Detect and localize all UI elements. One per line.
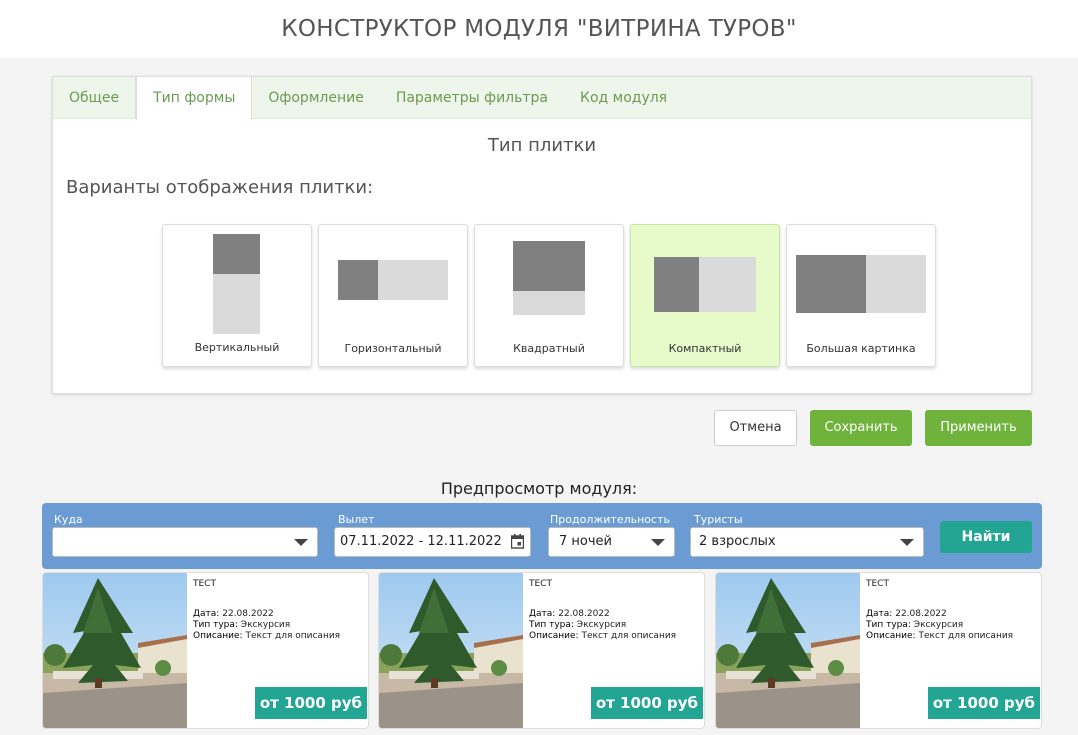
- tab-design[interactable]: Оформление: [252, 77, 379, 119]
- price-badge[interactable]: от 1000 руб: [927, 687, 1040, 719]
- card-tour-type: Тип тура: Экскурсия: [193, 620, 290, 630]
- tour-card[interactable]: ТЕСТ Дата: 22.08.2022 Тип тура: Экскурси…: [378, 572, 705, 729]
- desc-value: Текст для описания: [581, 631, 677, 641]
- type-value: Экскурсия: [576, 620, 627, 630]
- compact-layout-text-icon: [699, 257, 756, 312]
- tour-card[interactable]: ТЕСТ Дата: 22.08.2022 Тип тура: Экскурси…: [42, 572, 369, 729]
- card-tour-type: Тип тура: Экскурсия: [529, 620, 626, 630]
- apply-button[interactable]: Применить: [925, 410, 1032, 446]
- type-value: Экскурсия: [913, 620, 964, 630]
- tile-vertical[interactable]: Вертикальный: [162, 224, 312, 367]
- square-layout-image-icon: [513, 241, 585, 291]
- large-image-layout-text-icon: [866, 255, 926, 313]
- tourists-value: 2 взрослых: [699, 534, 776, 549]
- tour-photo: [716, 573, 860, 728]
- duration-value: 7 ночей: [559, 534, 612, 549]
- type-label: Тип тура:: [193, 620, 238, 630]
- tourists-label: Туристы: [694, 513, 743, 526]
- card-description: Описание: Текст для описания: [866, 631, 1013, 641]
- date-label: Дата:: [193, 609, 220, 619]
- date-label: Дата:: [529, 609, 556, 619]
- type-label: Тип тура:: [866, 620, 911, 630]
- horizontal-layout-text-icon: [378, 260, 448, 300]
- desc-value: Текст для описания: [245, 631, 341, 641]
- departure-label: Вылет: [338, 513, 375, 526]
- chevron-down-icon: [651, 539, 665, 546]
- desc-label: Описание:: [529, 631, 579, 641]
- chevron-down-icon: [294, 539, 308, 546]
- card-tour-type: Тип тура: Экскурсия: [866, 620, 963, 630]
- type-value: Экскурсия: [240, 620, 291, 630]
- desc-label: Описание:: [193, 631, 243, 641]
- duration-label: Продолжительность: [550, 513, 670, 526]
- date-value: 22.08.2022: [558, 609, 610, 619]
- save-button[interactable]: Сохранить: [810, 410, 912, 446]
- where-label: Куда: [54, 513, 83, 526]
- card-description: Описание: Текст для описания: [193, 631, 340, 641]
- desc-label: Описание:: [866, 631, 916, 641]
- tour-photo: [43, 573, 187, 728]
- section-title: Тип плитки: [487, 135, 597, 156]
- departure-date-field[interactable]: 07.11.2022 - 12.11.2022: [334, 527, 531, 557]
- price-badge[interactable]: от 1000 руб: [254, 687, 367, 719]
- card-title: ТЕСТ: [193, 579, 216, 589]
- square-layout-text-icon: [513, 291, 585, 315]
- tile-label: Вертикальный: [194, 341, 280, 354]
- tab-module-code[interactable]: Код модуля: [564, 77, 683, 119]
- tile-square[interactable]: Квадратный: [474, 224, 624, 367]
- tour-card[interactable]: ТЕСТ Дата: 22.08.2022 Тип тура: Экскурси…: [715, 572, 1042, 729]
- variants-label: Варианты отображения плитки:: [66, 177, 374, 198]
- type-label: Тип тура:: [529, 620, 574, 630]
- tab-bar: Общее Тип формы Оформление Параметры фил…: [53, 77, 1031, 120]
- preview-title: Предпросмотр модуля:: [440, 479, 638, 498]
- search-bar: Куда Вылет 07.11.2022 - 12.11.2022 Продо…: [42, 503, 1042, 569]
- horizontal-layout-image-icon: [338, 260, 378, 300]
- date-label: Дата:: [866, 609, 893, 619]
- cancel-button[interactable]: Отмена: [714, 410, 797, 446]
- large-image-layout-image-icon: [796, 255, 866, 313]
- tile-large-image[interactable]: Большая картинка: [786, 224, 936, 367]
- tile-label: Компактный: [668, 342, 742, 355]
- tourists-select[interactable]: 2 взрослых: [690, 527, 924, 557]
- desc-value: Текст для описания: [918, 631, 1014, 641]
- tile-label: Горизонтальный: [344, 342, 442, 355]
- tile-compact[interactable]: Компактный: [630, 224, 780, 367]
- departure-value: 07.11.2022 - 12.11.2022: [340, 534, 502, 549]
- card-date: Дата: 22.08.2022: [866, 609, 947, 619]
- tile-label: Большая картинка: [806, 342, 916, 355]
- settings-panel: Общее Тип формы Оформление Параметры фил…: [52, 76, 1032, 394]
- top-header: КОНСТРУКТОР МОДУЛЯ "ВИТРИНА ТУРОВ": [0, 0, 1078, 58]
- duration-select[interactable]: 7 ночей: [548, 527, 675, 557]
- calendar-icon[interactable]: [511, 534, 524, 549]
- tile-horizontal[interactable]: Горизонтальный: [318, 224, 468, 367]
- card-description: Описание: Текст для описания: [529, 631, 676, 641]
- tab-filter-params[interactable]: Параметры фильтра: [380, 77, 564, 119]
- vertical-layout-image-icon: [213, 234, 260, 274]
- tab-general[interactable]: Общее: [53, 77, 137, 119]
- compact-layout-image-icon: [654, 257, 699, 312]
- card-date: Дата: 22.08.2022: [193, 609, 274, 619]
- find-button[interactable]: Найти: [940, 521, 1032, 553]
- card-title: ТЕСТ: [866, 579, 889, 589]
- chevron-down-icon: [900, 539, 914, 546]
- tile-label: Квадратный: [513, 342, 585, 355]
- page-title: КОНСТРУКТОР МОДУЛЯ "ВИТРИНА ТУРОВ": [281, 16, 797, 42]
- tab-form-type[interactable]: Тип формы: [136, 77, 253, 120]
- tour-photo: [379, 573, 523, 728]
- date-value: 22.08.2022: [895, 609, 947, 619]
- card-title: ТЕСТ: [529, 579, 552, 589]
- price-badge[interactable]: от 1000 руб: [590, 687, 703, 719]
- date-value: 22.08.2022: [222, 609, 274, 619]
- where-select[interactable]: [52, 527, 318, 557]
- card-date: Дата: 22.08.2022: [529, 609, 610, 619]
- vertical-layout-text-icon: [213, 274, 260, 334]
